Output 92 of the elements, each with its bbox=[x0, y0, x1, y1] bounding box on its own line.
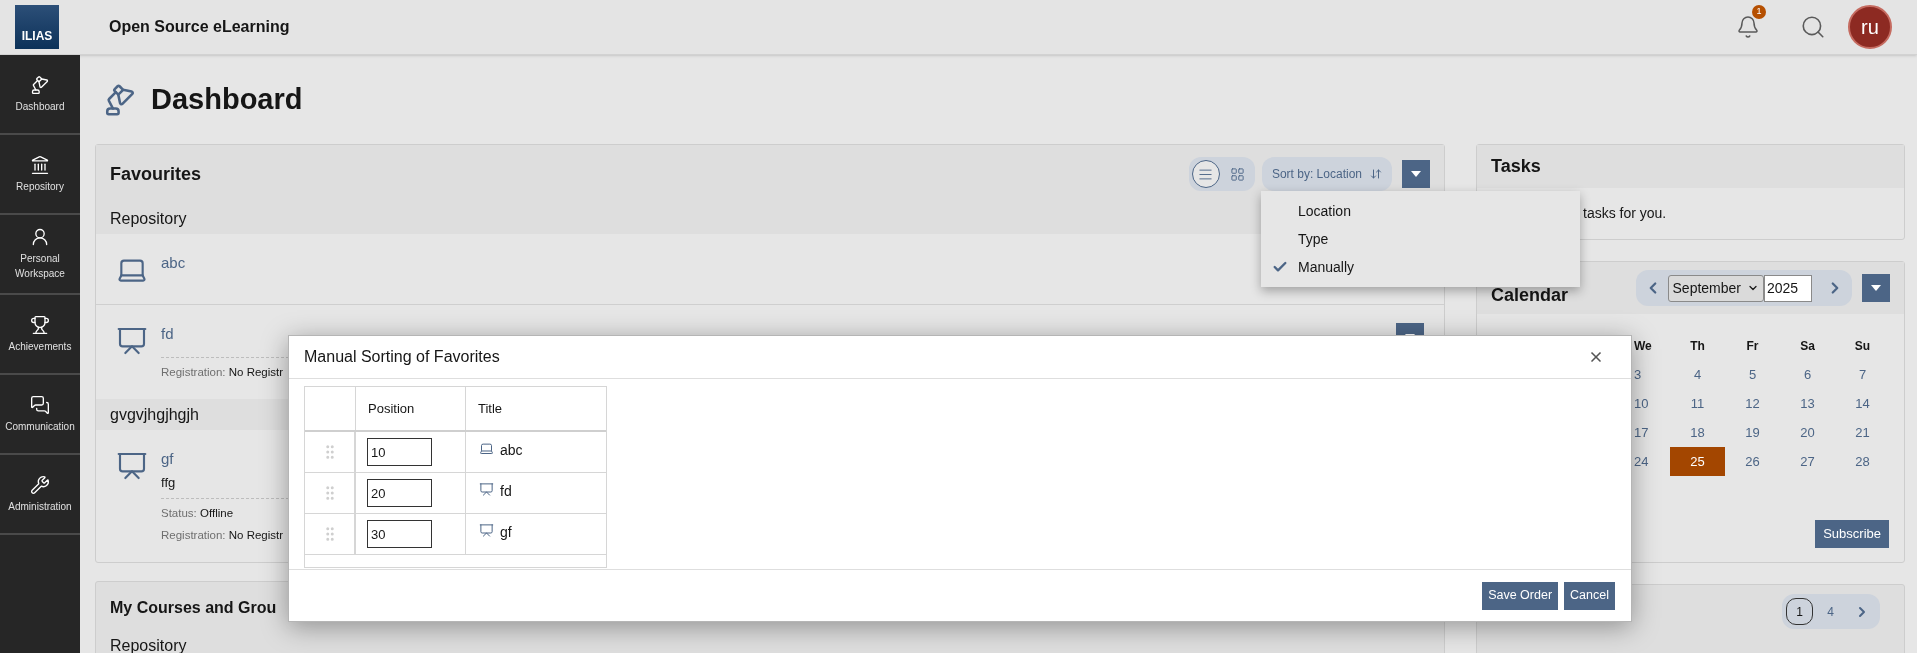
sort-option[interactable]: Location bbox=[1261, 197, 1580, 225]
weekday-label: Fr bbox=[1745, 338, 1760, 355]
page-button[interactable]: 4 bbox=[1817, 598, 1844, 625]
calendar-day[interactable]: 3 bbox=[1634, 364, 1670, 385]
bell-icon[interactable] bbox=[1736, 15, 1760, 39]
save-order-button[interactable]: Save Order bbox=[1482, 581, 1559, 610]
easel-icon bbox=[116, 325, 148, 357]
calendar-day[interactable]: 4 bbox=[1670, 364, 1725, 385]
item-title: abc bbox=[500, 441, 523, 460]
tasks-message: tasks for you. bbox=[1583, 204, 1667, 223]
sidebar-item[interactable]: Administration bbox=[0, 455, 80, 535]
calendar-day[interactable]: 19 bbox=[1725, 422, 1780, 443]
sidebar-item[interactable]: Dashboard bbox=[0, 55, 80, 135]
calendar-day[interactable]: 10 bbox=[1634, 393, 1670, 414]
calendar-day[interactable]: 11 bbox=[1670, 393, 1725, 414]
position-field[interactable]: 30 bbox=[367, 520, 432, 548]
chat-bubbles-icon bbox=[30, 394, 50, 415]
calendar-day[interactable]: 7 bbox=[1835, 364, 1890, 385]
caret-icon bbox=[1411, 171, 1421, 177]
calendar-day[interactable]: 20 bbox=[1780, 422, 1835, 443]
dialog-title: Manual Sorting of Favorites bbox=[304, 347, 500, 367]
page-title: Dashboard bbox=[151, 81, 303, 117]
item-description: ffg bbox=[161, 473, 176, 492]
calendar-day[interactable]: 14 bbox=[1835, 393, 1890, 414]
year-field[interactable]: 2025 bbox=[1764, 274, 1812, 302]
easel-icon bbox=[479, 523, 494, 538]
item-title-link[interactable]: fd bbox=[161, 323, 174, 346]
wrench-icon bbox=[30, 474, 50, 495]
group-title: Repository bbox=[110, 208, 187, 229]
position-field[interactable]: 20 bbox=[367, 479, 432, 507]
panel-title: My Courses and Grou bbox=[110, 597, 277, 618]
logo[interactable]: ILIAS bbox=[15, 5, 59, 49]
search-icon[interactable] bbox=[1800, 14, 1826, 40]
laptop-icon bbox=[479, 441, 494, 456]
panel-title: Tasks bbox=[1491, 155, 1541, 178]
sort-option[interactable]: Manually bbox=[1261, 253, 1580, 281]
calendar-day[interactable]: 5 bbox=[1725, 364, 1780, 385]
list-icon bbox=[1198, 166, 1214, 182]
position-field[interactable]: 10 bbox=[367, 438, 432, 466]
calendar-day[interactable]: 13 bbox=[1780, 393, 1835, 414]
calendar-day[interactable]: 6 bbox=[1780, 364, 1835, 385]
sidebar-item[interactable]: Personal Workspace bbox=[0, 215, 80, 295]
site-title: Open Source eLearning bbox=[109, 17, 290, 37]
calendar-day[interactable]: 27 bbox=[1780, 451, 1835, 472]
cancel-button[interactable]: Cancel bbox=[1564, 581, 1615, 610]
calendar-day[interactable]: 17 bbox=[1634, 422, 1670, 443]
page-button[interactable]: 1 bbox=[1786, 598, 1813, 625]
item-property: Registration: No Registr bbox=[161, 527, 284, 543]
user-avatar[interactable]: ru bbox=[1848, 5, 1892, 49]
bank-icon bbox=[30, 154, 50, 175]
caret-icon bbox=[1871, 285, 1881, 291]
trophy-icon bbox=[30, 314, 50, 335]
panel-title: Calendar bbox=[1491, 283, 1569, 307]
calendar-day[interactable]: 28 bbox=[1835, 451, 1890, 472]
lamp-icon bbox=[30, 74, 50, 95]
subscribe-button[interactable]: Subscribe bbox=[1815, 520, 1889, 548]
sort-icon bbox=[1370, 168, 1382, 180]
calendar-day[interactable]: 12 bbox=[1725, 393, 1780, 414]
column-header[interactable]: Title bbox=[478, 398, 503, 419]
sidebar-item[interactable]: Repository bbox=[0, 135, 80, 215]
panel-title: Favourites bbox=[110, 162, 202, 186]
month-select[interactable]: September bbox=[1667, 274, 1764, 302]
calendar-day[interactable]: 18 bbox=[1670, 422, 1725, 443]
calendar-day[interactable]: 26 bbox=[1725, 451, 1780, 472]
item-property: Status: Offline bbox=[161, 506, 234, 522]
sort-button[interactable]: Sort by: Location bbox=[1261, 157, 1392, 191]
easel-icon bbox=[479, 482, 494, 497]
menu-button[interactable] bbox=[1862, 274, 1890, 302]
close-icon[interactable] bbox=[1588, 349, 1604, 365]
item-property: Registration: No Registr bbox=[161, 365, 284, 380]
lamp-icon bbox=[103, 82, 137, 117]
calendar-day[interactable]: 24 bbox=[1634, 451, 1670, 472]
group-title: gvgvjhgjhgjh bbox=[110, 404, 199, 425]
calendar-day[interactable]: 25 bbox=[1670, 447, 1725, 476]
weekday-label: We bbox=[1634, 338, 1653, 355]
list-view-button[interactable] bbox=[1191, 160, 1220, 188]
sort-option[interactable]: Type bbox=[1261, 225, 1580, 253]
notification-badge: 1 bbox=[1752, 5, 1766, 19]
sidebar-item[interactable]: Achievements bbox=[0, 295, 80, 375]
menu-button[interactable] bbox=[1402, 160, 1430, 188]
item-title: gf bbox=[500, 523, 512, 542]
sidebar-item[interactable]: Communication bbox=[0, 375, 80, 455]
weekday-label: Sa bbox=[1799, 338, 1816, 355]
item-title-link[interactable]: abc bbox=[161, 252, 186, 275]
grid-icon bbox=[1230, 166, 1246, 182]
column-header[interactable]: Position bbox=[368, 398, 415, 419]
item-title-link[interactable]: gf bbox=[161, 448, 174, 471]
user-icon bbox=[30, 227, 50, 247]
weekday-label: Th bbox=[1689, 338, 1706, 355]
item-title: fd bbox=[500, 482, 512, 501]
calendar-day[interactable]: 21 bbox=[1835, 422, 1890, 443]
weekday-label: Su bbox=[1853, 338, 1872, 355]
